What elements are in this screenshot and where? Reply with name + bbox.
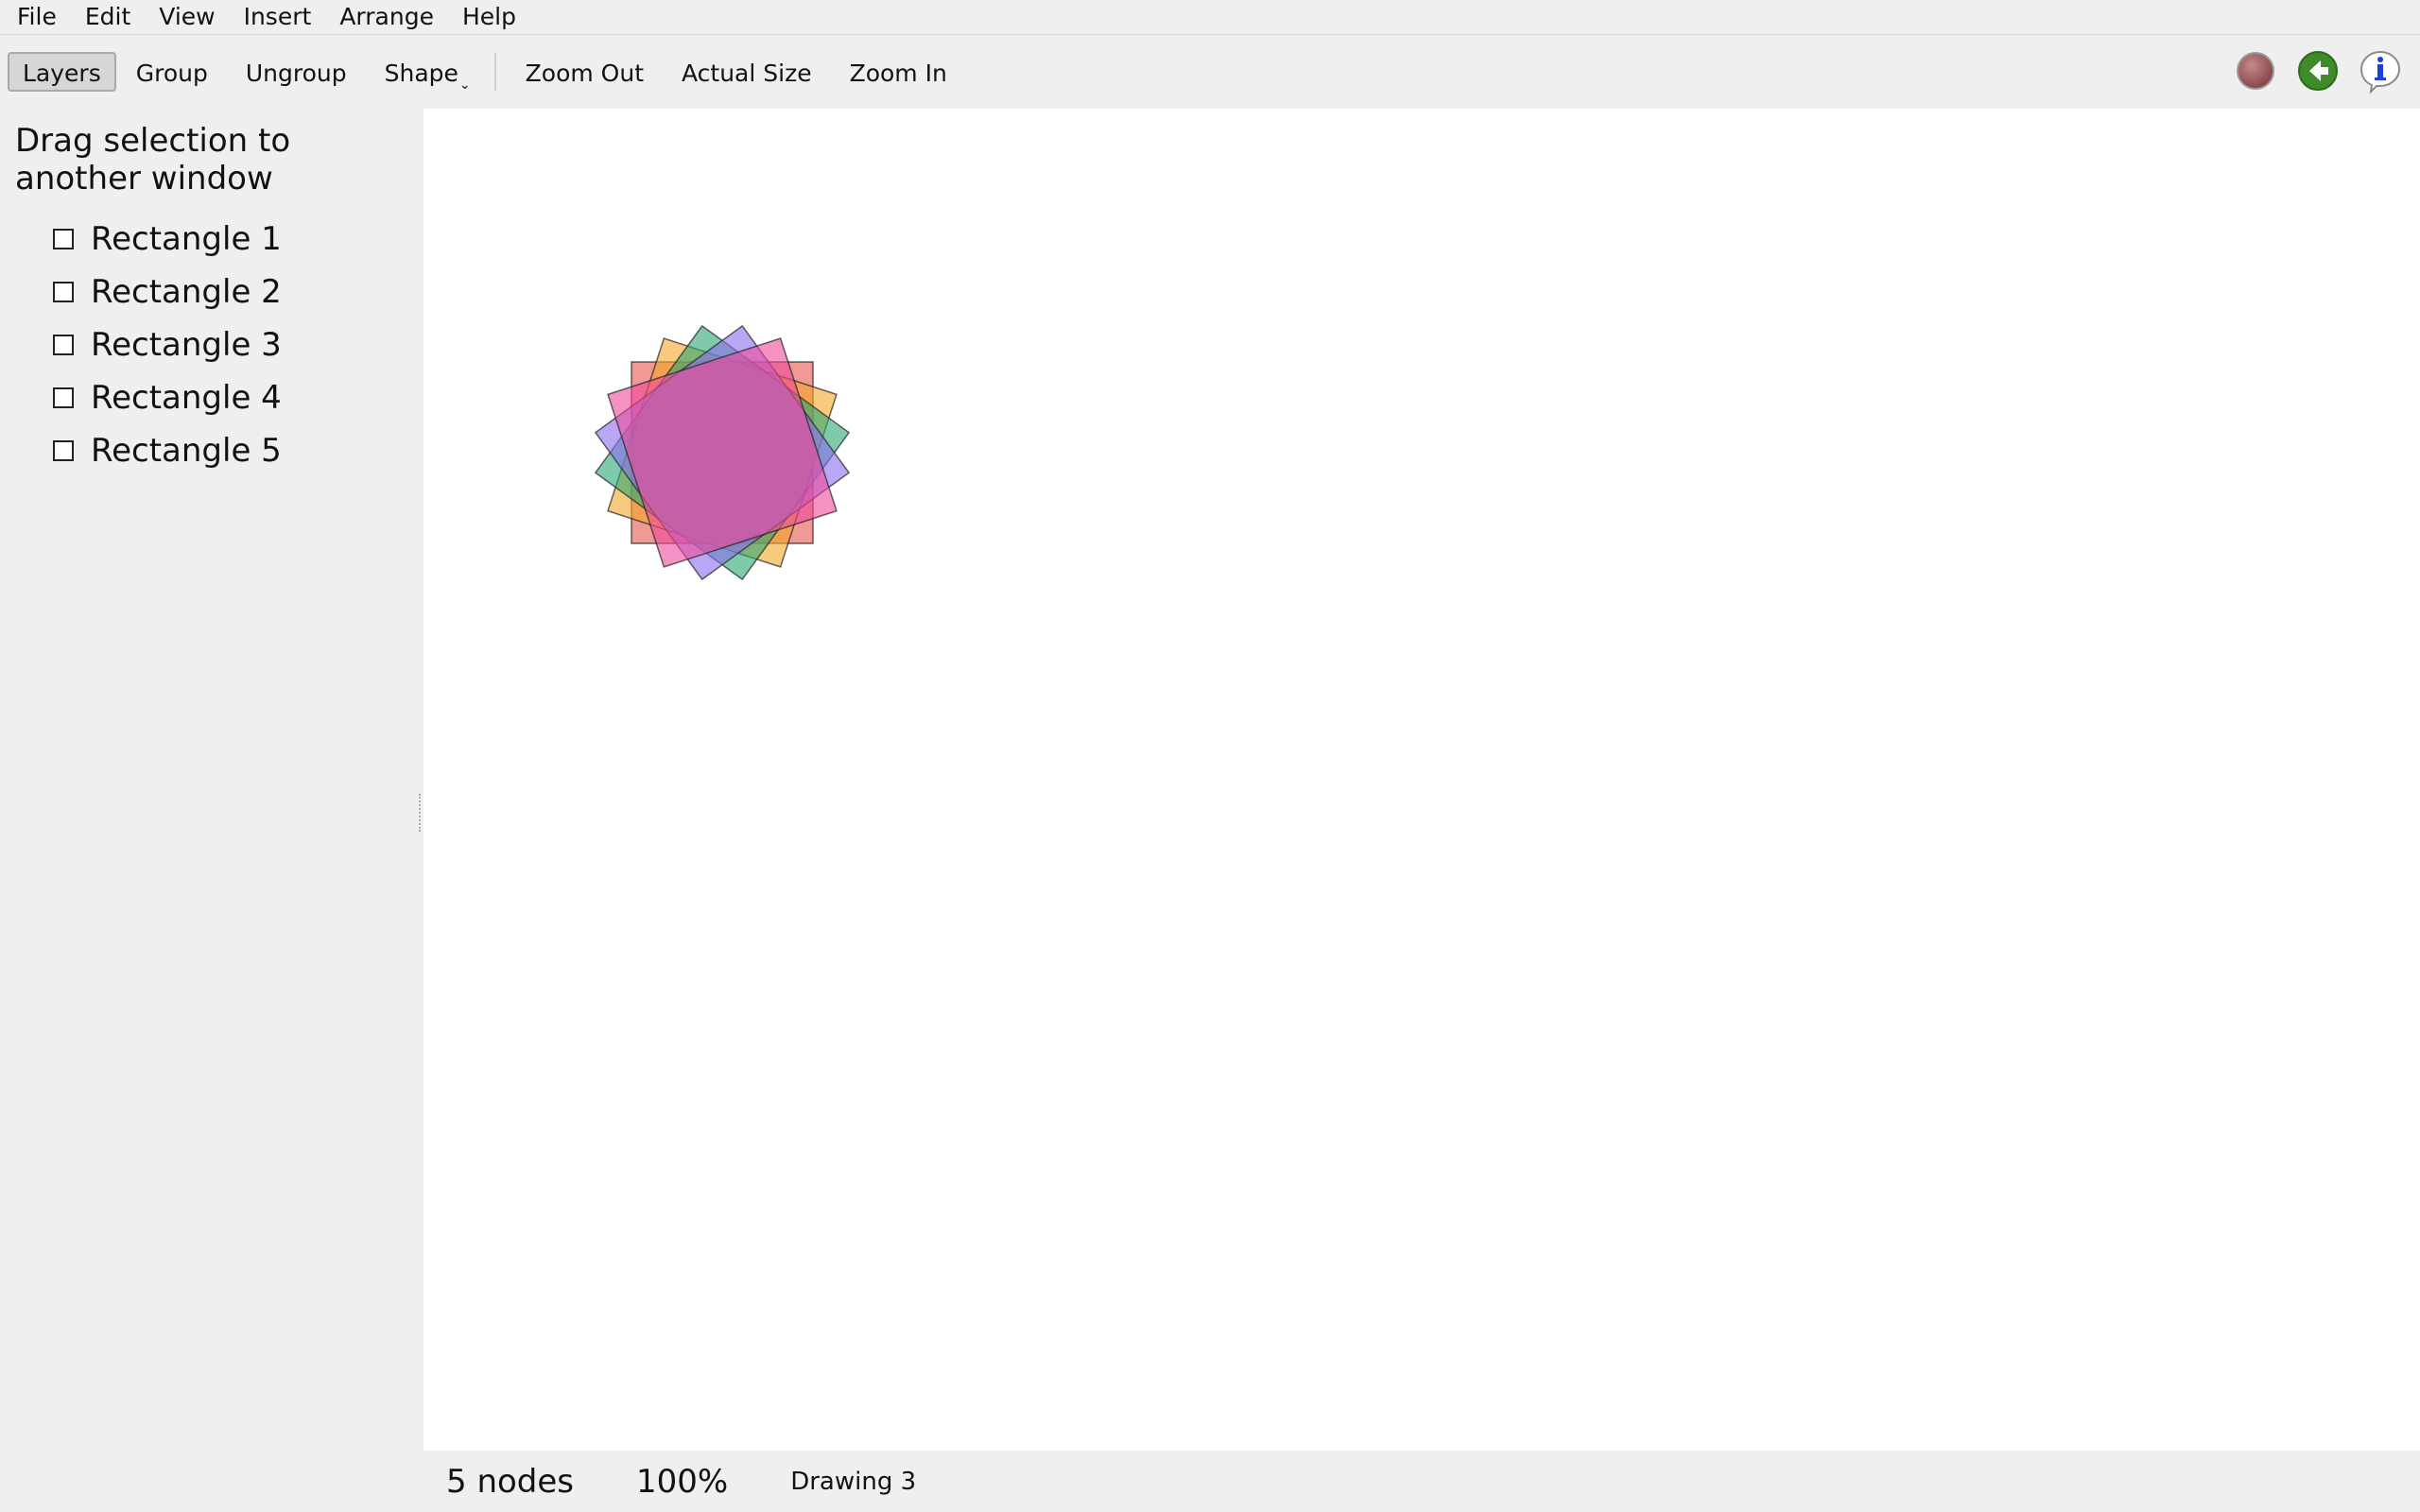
- group-button[interactable]: Group: [118, 52, 226, 92]
- menu-arrange[interactable]: Arrange: [325, 0, 448, 34]
- layer-label: Rectangle 5: [91, 432, 282, 470]
- layer-item[interactable]: Rectangle 4: [53, 371, 282, 424]
- menu-view[interactable]: View: [145, 0, 229, 34]
- layer-item[interactable]: Rectangle 1: [53, 213, 282, 266]
- actual-size-button[interactable]: Actual Size: [664, 52, 830, 92]
- layer-label: Rectangle 4: [91, 379, 282, 417]
- layer-checkbox[interactable]: [53, 387, 74, 408]
- layer-checkbox[interactable]: [53, 440, 74, 461]
- toolbar: Layers Group Ungroup Shape⌄ Zoom Out Act…: [0, 35, 2420, 109]
- layer-checkbox[interactable]: [53, 282, 74, 302]
- info-icon[interactable]: [2358, 48, 2403, 94]
- menu-insert[interactable]: Insert: [230, 0, 326, 34]
- layer-checkbox[interactable]: [53, 335, 74, 355]
- drawing-canvas[interactable]: [424, 109, 2420, 1451]
- zoom-in-button[interactable]: Zoom In: [832, 52, 965, 92]
- layer-item[interactable]: Rectangle 3: [53, 318, 282, 371]
- ungroup-button[interactable]: Ungroup: [228, 52, 365, 92]
- layers-sidebar: Drag selection to another window Rectang…: [0, 109, 422, 1512]
- layer-checkbox[interactable]: [53, 229, 74, 249]
- shape-dropdown-button[interactable]: Shape⌄: [367, 52, 489, 93]
- layers-button[interactable]: Layers: [8, 52, 116, 92]
- record-icon[interactable]: [2233, 48, 2278, 94]
- toolbar-right-icons: [2233, 48, 2403, 94]
- menu-edit[interactable]: Edit: [71, 0, 145, 34]
- layer-list: Rectangle 1 Rectangle 2 Rectangle 3 Rect…: [53, 213, 282, 477]
- menu-help[interactable]: Help: [448, 0, 530, 34]
- shape-button-label: Shape: [384, 60, 458, 87]
- layer-label: Rectangle 3: [91, 326, 282, 364]
- dropdown-arrow-icon: ⌄: [458, 77, 471, 93]
- menu-file[interactable]: File: [0, 0, 71, 34]
- status-bar: 5 nodes 100% Drawing 3: [424, 1451, 2420, 1512]
- menu-bar: File Edit View Insert Arrange Help: [0, 0, 2420, 35]
- toolbar-separator: [493, 53, 496, 91]
- drag-hint-text: Drag selection to another window: [15, 122, 291, 198]
- zoom-level: 100%: [636, 1462, 729, 1501]
- layer-label: Rectangle 2: [91, 273, 282, 311]
- document-name: Drawing 3: [790, 1467, 917, 1496]
- layer-item[interactable]: Rectangle 5: [53, 424, 282, 477]
- canvas-shapes: [594, 324, 851, 581]
- node-count: 5 nodes: [446, 1462, 575, 1501]
- back-arrow-icon[interactable]: [2295, 48, 2341, 94]
- layer-label: Rectangle 1: [91, 220, 282, 258]
- layer-item[interactable]: Rectangle 2: [53, 266, 282, 318]
- zoom-out-button[interactable]: Zoom Out: [508, 52, 662, 92]
